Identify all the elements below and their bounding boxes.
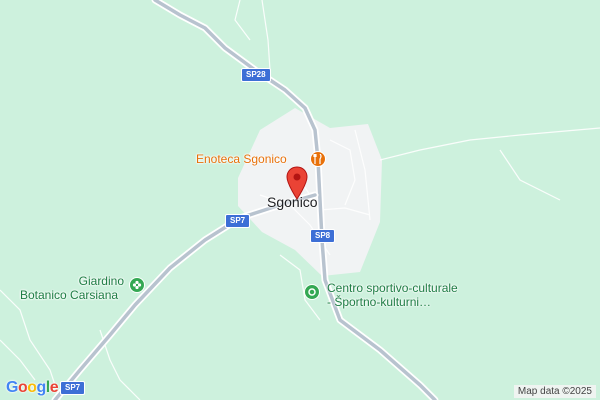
location-pin-icon[interactable] xyxy=(286,166,308,200)
fork-knife-icon[interactable] xyxy=(310,151,326,167)
road-shield-sp7-south: SP7 xyxy=(60,381,86,395)
poi-label-giardino-line2[interactable]: Botanico Carsiana xyxy=(20,288,118,302)
logo-letter: g xyxy=(36,379,47,396)
poi-label-giardino[interactable]: Giardino xyxy=(60,274,124,288)
flower-icon[interactable] xyxy=(129,277,145,293)
logo-letter: G xyxy=(6,379,18,396)
poi-label-enoteca[interactable]: Enoteca Sgonico xyxy=(196,152,287,166)
google-logo[interactable]: Google xyxy=(6,379,59,397)
road-shield-sp28: SP28 xyxy=(241,68,271,82)
poi-label-centro-line1[interactable]: Centro sportivo-culturale xyxy=(327,281,458,295)
circle-dot-icon[interactable] xyxy=(304,284,320,300)
map-attribution[interactable]: Map data ©2025 xyxy=(513,385,596,398)
map-canvas[interactable]: SP28 SP7 SP8 SP7 Enoteca Sgonico Sgonico… xyxy=(0,0,600,400)
poi-label-centro-line2[interactable]: - Športno-kulturni… xyxy=(327,295,431,309)
town-area xyxy=(238,108,382,276)
road-shield-sp7: SP7 xyxy=(225,214,251,228)
poi-label-giardino-line1: Giardino xyxy=(78,274,124,288)
logo-letter: o xyxy=(17,379,28,396)
logo-letter: e xyxy=(49,379,59,396)
logo-letter: o xyxy=(27,379,37,396)
road-shield-sp8: SP8 xyxy=(310,229,336,243)
